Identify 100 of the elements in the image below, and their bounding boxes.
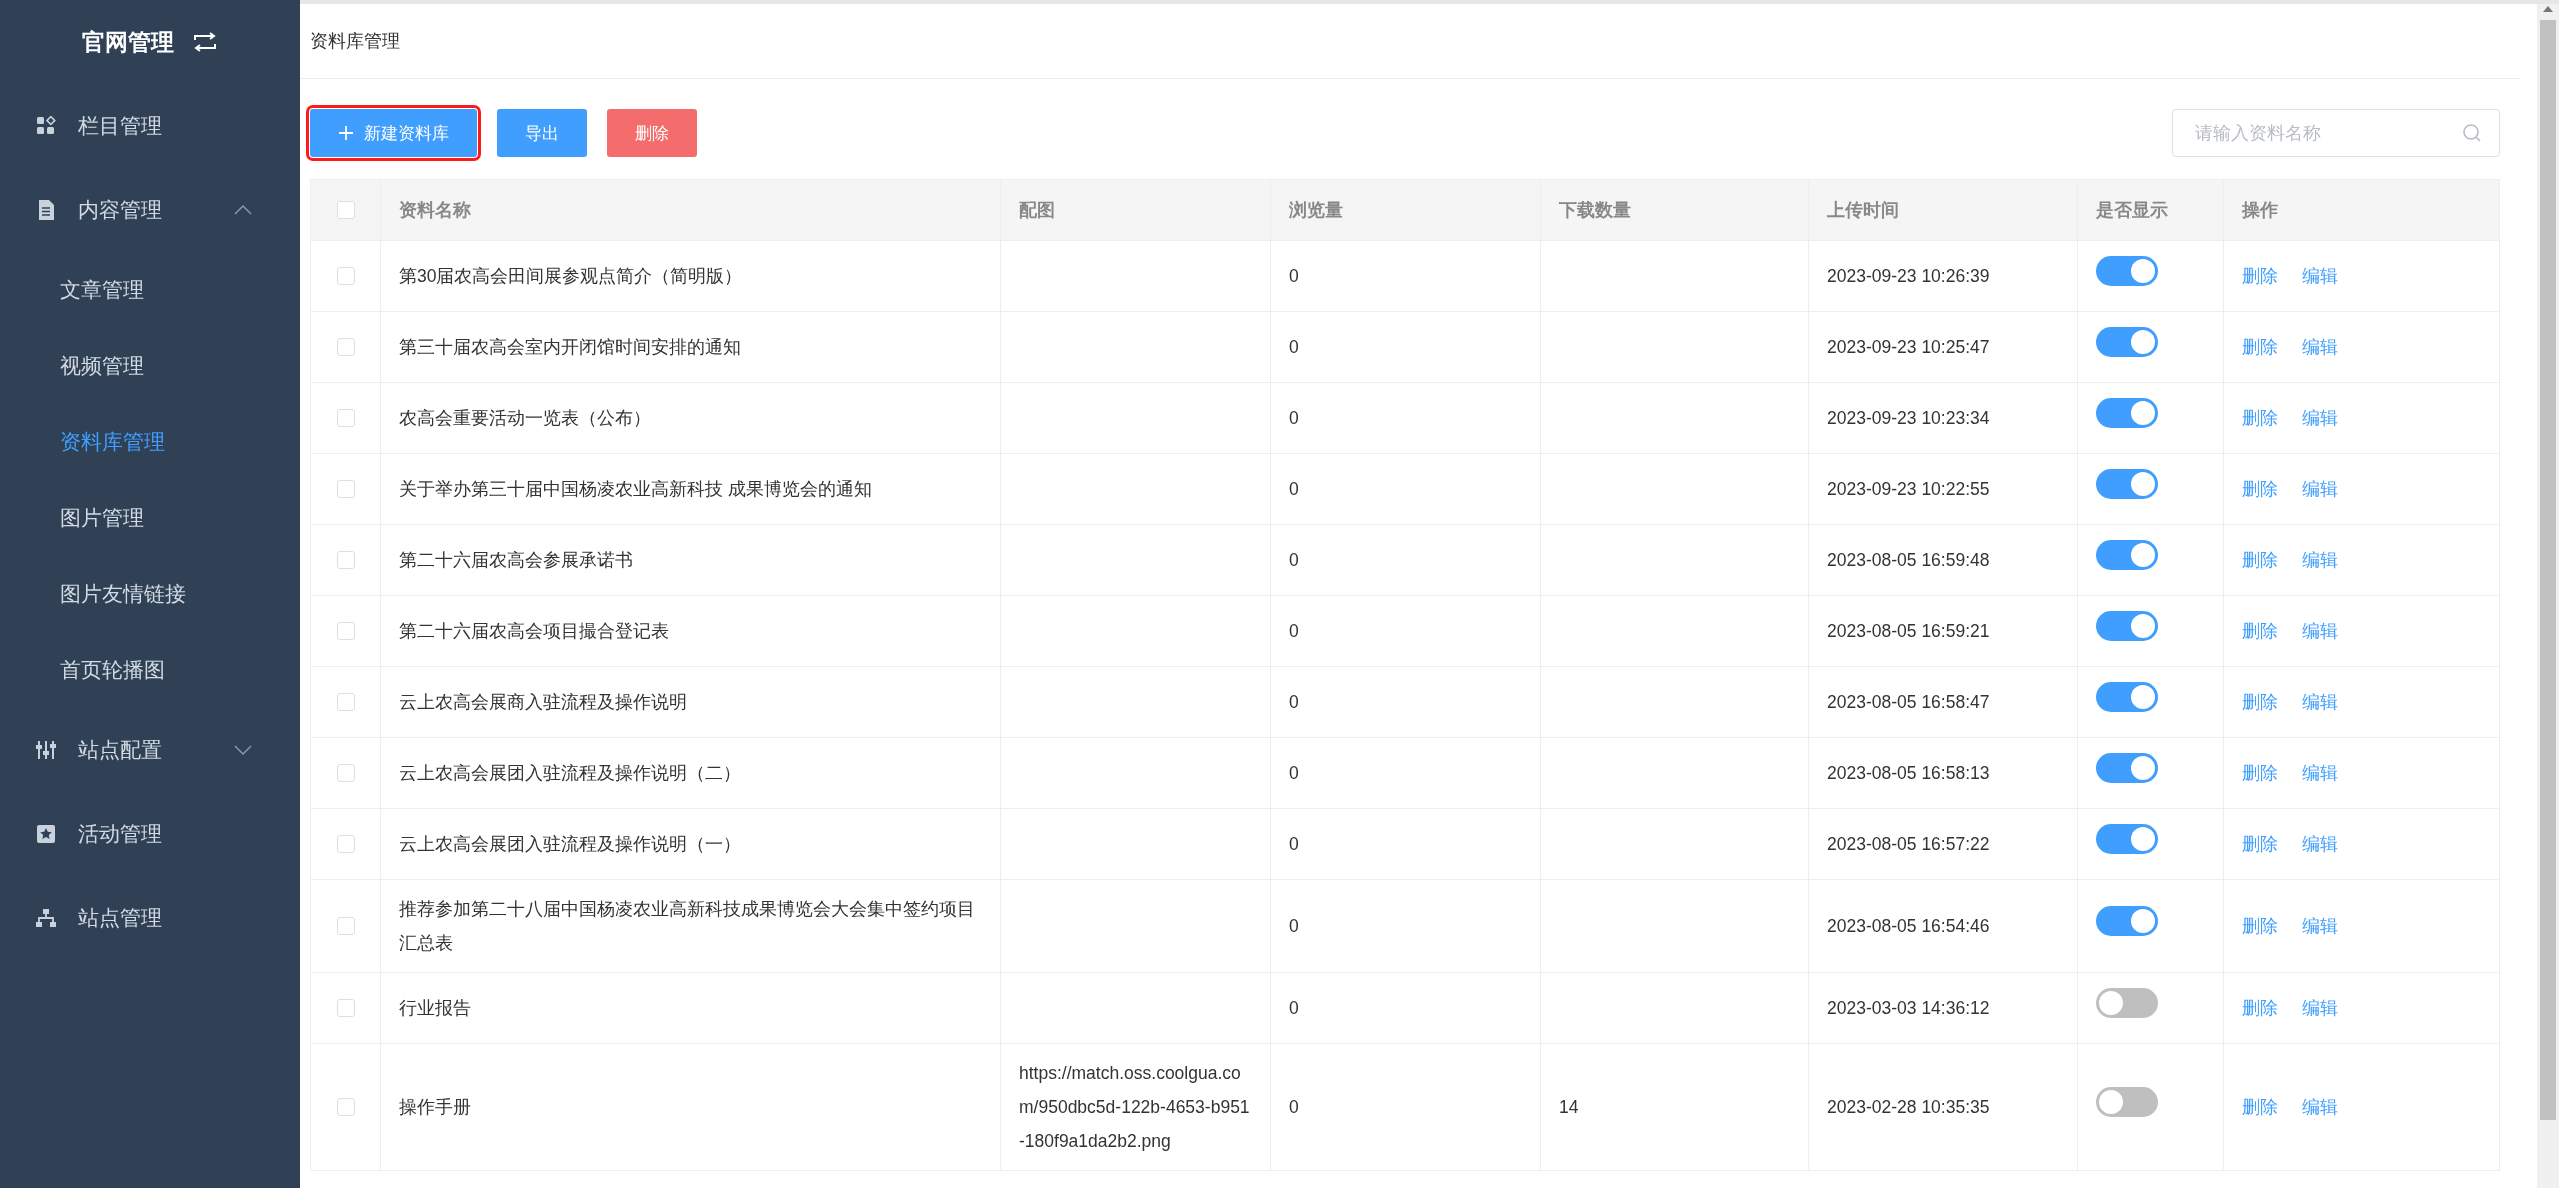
action-link[interactable]: 删除 bbox=[2242, 1097, 2278, 1117]
toggle-switch[interactable] bbox=[2096, 987, 2158, 1018]
action-link[interactable]: 编辑 bbox=[2302, 1097, 2338, 1117]
file-name: 第三十届农高会室内开闭馆时间安排的通知 bbox=[399, 337, 741, 357]
view-count: 0 bbox=[1289, 621, 1299, 641]
swap-icon[interactable] bbox=[192, 32, 218, 52]
toggle-switch[interactable] bbox=[2096, 752, 2158, 783]
toggle-switch[interactable] bbox=[2096, 610, 2158, 641]
action-link[interactable]: 删除 bbox=[2242, 692, 2278, 712]
file-name: 农高会重要活动一览表（公布） bbox=[399, 408, 651, 428]
file-name: 云上农高会展团入驻流程及操作说明（二） bbox=[399, 763, 741, 783]
plus-icon bbox=[338, 125, 354, 141]
file-name: 行业报告 bbox=[399, 998, 471, 1018]
upload-time: 2023-08-05 16:59:21 bbox=[1827, 621, 1990, 641]
sidebar-subitem[interactable]: 资料库管理 bbox=[0, 404, 300, 480]
view-count: 0 bbox=[1289, 692, 1299, 712]
action-link[interactable]: 编辑 bbox=[2302, 408, 2338, 428]
toggle-switch[interactable] bbox=[2096, 539, 2158, 570]
view-count: 0 bbox=[1289, 834, 1299, 854]
upload-time: 2023-08-05 16:58:47 bbox=[1827, 692, 1990, 712]
file-name: 推荐参加第二十八届中国杨凌农业高新科技成果博览会大会集中签约项目汇总表 bbox=[399, 899, 975, 953]
action-link[interactable]: 删除 bbox=[2242, 266, 2278, 286]
action-link[interactable]: 删除 bbox=[2242, 550, 2278, 570]
row-checkbox[interactable] bbox=[336, 764, 355, 782]
upload-time: 2023-08-05 16:57:22 bbox=[1827, 834, 1990, 854]
action-link[interactable]: 编辑 bbox=[2302, 692, 2338, 712]
sidebar-item[interactable]: 内容管理 bbox=[78, 196, 162, 224]
action-link[interactable]: 删除 bbox=[2242, 408, 2278, 428]
row-checkbox[interactable] bbox=[336, 338, 355, 356]
action-link[interactable]: 删除 bbox=[2242, 337, 2278, 357]
view-count: 0 bbox=[1289, 1097, 1299, 1117]
upload-time: 2023-09-23 10:26:39 bbox=[1827, 266, 1990, 286]
row-checkbox[interactable] bbox=[336, 551, 355, 569]
toggle-switch[interactable] bbox=[2096, 326, 2158, 357]
upload-time: 2023-09-23 10:22:55 bbox=[1827, 479, 1990, 499]
action-link[interactable]: 编辑 bbox=[2302, 550, 2338, 570]
action-link[interactable]: 编辑 bbox=[2302, 337, 2338, 357]
toggle-switch[interactable] bbox=[2096, 468, 2158, 499]
scroll-up-arrow-icon[interactable] bbox=[2541, 4, 2555, 14]
sidebar-item[interactable]: 站点管理 bbox=[78, 904, 162, 932]
sliders-icon bbox=[35, 740, 57, 760]
action-link[interactable]: 编辑 bbox=[2302, 266, 2338, 286]
file-name: 云上农高会展团入驻流程及操作说明（一） bbox=[399, 834, 741, 854]
sidebar-subitem[interactable]: 视频管理 bbox=[0, 328, 300, 404]
sidebar-item[interactable]: 站点配置 bbox=[78, 736, 162, 764]
sidebar-item[interactable]: 栏目管理 bbox=[78, 112, 162, 140]
row-checkbox[interactable] bbox=[336, 917, 355, 935]
action-link[interactable]: 删除 bbox=[2242, 763, 2278, 783]
row-checkbox[interactable] bbox=[336, 622, 355, 640]
action-link[interactable]: 编辑 bbox=[2302, 834, 2338, 854]
document-icon bbox=[37, 199, 55, 221]
action-link[interactable]: 编辑 bbox=[2302, 479, 2338, 499]
chevron-down-icon[interactable] bbox=[234, 745, 252, 755]
toggle-switch[interactable] bbox=[2096, 823, 2158, 854]
action-link[interactable]: 编辑 bbox=[2302, 763, 2338, 783]
row-checkbox[interactable] bbox=[336, 693, 355, 711]
breadcrumb: 资料库管理 bbox=[310, 30, 400, 53]
column-header: 资料名称 bbox=[380, 179, 1001, 241]
toolbar-button[interactable]: 导出 bbox=[497, 109, 587, 157]
row-checkbox[interactable] bbox=[336, 480, 355, 498]
row-checkbox[interactable] bbox=[336, 999, 355, 1017]
sidebar-subitem[interactable]: 图片管理 bbox=[0, 480, 300, 556]
view-count: 0 bbox=[1289, 916, 1299, 936]
action-link[interactable]: 删除 bbox=[2242, 998, 2278, 1018]
select-all-checkbox[interactable] bbox=[336, 201, 355, 219]
action-link[interactable]: 删除 bbox=[2242, 479, 2278, 499]
action-link[interactable]: 编辑 bbox=[2302, 621, 2338, 641]
search-icon bbox=[2462, 123, 2482, 143]
view-count: 0 bbox=[1289, 998, 1299, 1018]
column-header: 是否显示 bbox=[2077, 179, 2224, 241]
view-count: 0 bbox=[1289, 763, 1299, 783]
toolbar-button[interactable]: 删除 bbox=[607, 109, 697, 157]
action-link[interactable]: 删除 bbox=[2242, 621, 2278, 641]
action-link[interactable]: 删除 bbox=[2242, 916, 2278, 936]
chevron-up-icon[interactable] bbox=[234, 205, 252, 215]
toggle-switch[interactable] bbox=[2096, 905, 2158, 936]
sidebar-subitem[interactable]: 文章管理 bbox=[0, 252, 300, 328]
scrollbar[interactable] bbox=[2537, 4, 2559, 1188]
upload-time: 2023-08-05 16:59:48 bbox=[1827, 550, 1990, 570]
action-link[interactable]: 编辑 bbox=[2302, 916, 2338, 936]
action-link[interactable]: 删除 bbox=[2242, 834, 2278, 854]
sidebar-subitem[interactable]: 图片友情链接 bbox=[0, 556, 300, 632]
upload-time: 2023-09-23 10:25:47 bbox=[1827, 337, 1990, 357]
sidebar-item[interactable]: 活动管理 bbox=[78, 820, 162, 848]
toggle-switch[interactable] bbox=[2096, 681, 2158, 712]
column-header: 操作 bbox=[2223, 179, 2500, 241]
action-link[interactable]: 编辑 bbox=[2302, 998, 2338, 1018]
toggle-switch[interactable] bbox=[2096, 1086, 2158, 1117]
sidebar-subitem[interactable]: 首页轮播图 bbox=[0, 632, 300, 708]
row-checkbox[interactable] bbox=[336, 1098, 355, 1116]
file-name: 操作手册 bbox=[399, 1097, 471, 1117]
row-checkbox[interactable] bbox=[336, 267, 355, 285]
toggle-switch[interactable] bbox=[2096, 397, 2158, 428]
file-name: 第二十六届农高会项目撮合登记表 bbox=[399, 621, 669, 641]
file-name: 第二十六届农高会参展承诺书 bbox=[399, 550, 633, 570]
row-checkbox[interactable] bbox=[336, 835, 355, 853]
toggle-switch[interactable] bbox=[2096, 255, 2158, 286]
download-count: 14 bbox=[1559, 1097, 1579, 1117]
search-field[interactable]: 请输入资料名称 bbox=[2172, 109, 2500, 157]
row-checkbox[interactable] bbox=[336, 409, 355, 427]
